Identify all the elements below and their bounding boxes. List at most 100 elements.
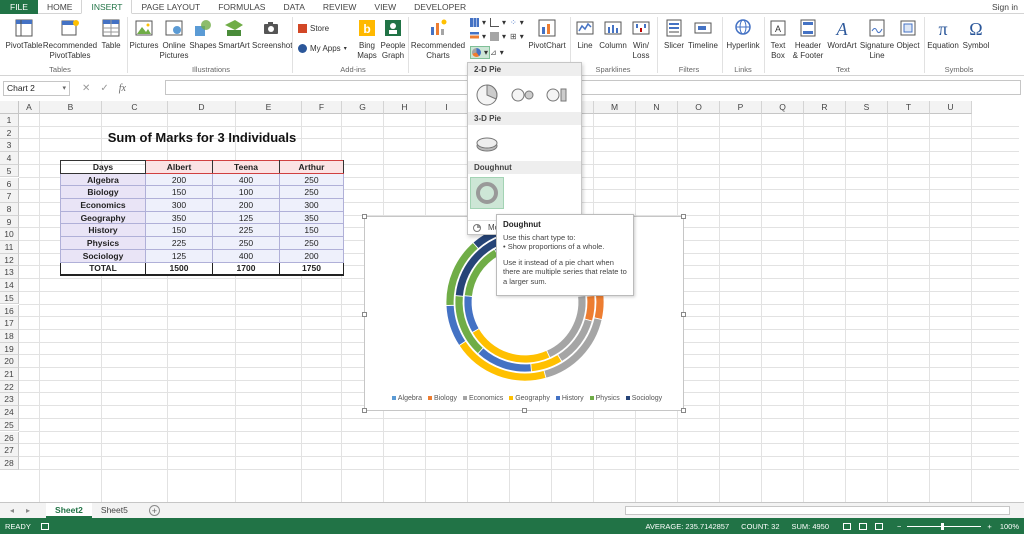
tab-file[interactable]: FILE: [0, 0, 38, 14]
row-header[interactable]: 12: [0, 253, 19, 267]
column-header[interactable]: P: [720, 101, 762, 114]
column-header[interactable]: A: [19, 101, 40, 114]
page-layout-view-icon[interactable]: [859, 522, 868, 530]
tab-data[interactable]: DATA: [274, 0, 313, 14]
zoom-slider-thumb[interactable]: [941, 522, 945, 530]
column-header[interactable]: S: [846, 101, 888, 114]
cell[interactable]: Physics: [60, 236, 146, 250]
sparkline-column-button[interactable]: Column: [598, 17, 628, 51]
row-header[interactable]: 17: [0, 317, 19, 330]
column-header[interactable]: Q: [762, 101, 804, 114]
cell[interactable]: 125: [145, 248, 213, 263]
pivottable-button[interactable]: PivotTable: [4, 17, 44, 51]
bar-of-pie-option-icon[interactable]: [545, 83, 569, 107]
header-footer-button[interactable]: Header & Footer: [790, 17, 826, 61]
area-chart-button[interactable]: ▾: [490, 32, 506, 41]
cell[interactable]: 300: [279, 198, 344, 212]
slicer-button[interactable]: Slicer: [660, 17, 688, 51]
row-header[interactable]: 26: [0, 431, 19, 445]
cell[interactable]: 225: [145, 236, 213, 250]
row-header[interactable]: 7: [0, 190, 19, 203]
horizontal-scrollbar[interactable]: [625, 506, 1010, 515]
cell[interactable]: 150: [145, 185, 213, 200]
scroll-left-icon[interactable]: ◂: [10, 506, 14, 515]
recommended-pivottables-button[interactable]: Recommended PivotTables: [42, 17, 98, 61]
column-header[interactable]: N: [636, 101, 678, 114]
text-box-button[interactable]: A Text Box: [766, 17, 790, 61]
resize-handle[interactable]: [681, 312, 686, 317]
object-button[interactable]: Object: [894, 17, 922, 51]
people-graph-button[interactable]: People Graph: [379, 17, 407, 61]
header-cell[interactable]: Teena: [212, 160, 280, 174]
row-header[interactable]: 22: [0, 380, 19, 394]
stock-chart-button[interactable]: ⊞ ▾: [510, 32, 524, 41]
cell[interactable]: Sociology: [60, 248, 146, 263]
cell[interactable]: Geography: [60, 210, 146, 225]
tab-developer[interactable]: DEVELOPER: [405, 0, 475, 14]
formula-input[interactable]: [165, 80, 1021, 95]
row-header[interactable]: 25: [0, 418, 19, 432]
resize-handle[interactable]: [522, 408, 527, 413]
table-button[interactable]: Table: [98, 17, 124, 51]
header-cell[interactable]: Days: [60, 160, 146, 174]
row-header[interactable]: 27: [0, 444, 19, 457]
cell[interactable]: Algebra: [60, 172, 146, 187]
equation-button[interactable]: π Equation: [926, 17, 960, 51]
column-header[interactable]: F: [302, 101, 342, 114]
store-button[interactable]: Store: [298, 24, 329, 33]
row-header[interactable]: 18: [0, 329, 19, 343]
tab-review[interactable]: REVIEW: [314, 0, 366, 14]
select-all-corner[interactable]: [0, 101, 19, 114]
row-header[interactable]: 9: [0, 215, 19, 229]
row-header[interactable]: 3: [0, 139, 19, 153]
zoom-slider[interactable]: [907, 522, 982, 530]
row-header[interactable]: 1: [0, 114, 19, 127]
cell[interactable]: 200: [145, 172, 213, 187]
sparkline-winloss-button[interactable]: Win/ Loss: [628, 17, 654, 61]
column-header[interactable]: C: [102, 101, 168, 114]
signature-line-button[interactable]: Signature Line: [858, 17, 896, 61]
smartart-button[interactable]: SmartArt: [216, 17, 252, 51]
bar-chart-button[interactable]: ▾: [470, 32, 486, 41]
timeline-button[interactable]: Timeline: [686, 17, 720, 51]
combo-chart-button[interactable]: ⊿ ▾: [490, 48, 504, 57]
screenshot-button[interactable]: Screenshot: [252, 17, 292, 51]
row-header[interactable]: 23: [0, 393, 19, 407]
cell[interactable]: 250: [279, 236, 344, 250]
tab-formulas[interactable]: FORMULAS: [209, 0, 274, 14]
row-header[interactable]: 2: [0, 126, 19, 140]
row-header[interactable]: 6: [0, 177, 19, 191]
cell[interactable]: TOTAL: [60, 261, 146, 276]
cell[interactable]: 1500: [145, 261, 213, 276]
scroll-right-icon[interactable]: ▸: [26, 506, 30, 515]
row-header[interactable]: 5: [0, 164, 19, 178]
wordart-button[interactable]: A WordArt: [826, 17, 858, 51]
column-header[interactable]: B: [40, 101, 102, 114]
recommended-charts-button[interactable]: Recommended Charts: [410, 17, 466, 61]
cancel-icon[interactable]: ✕: [82, 83, 90, 94]
row-header[interactable]: 15: [0, 291, 19, 305]
row-header[interactable]: 21: [0, 368, 19, 381]
online-pictures-button[interactable]: Online Pictures: [158, 17, 190, 61]
resize-handle[interactable]: [362, 408, 367, 413]
zoom-out-icon[interactable]: −: [897, 522, 901, 531]
row-header[interactable]: 16: [0, 304, 19, 318]
cell[interactable]: 1700: [212, 261, 280, 276]
cell[interactable]: 400: [212, 172, 280, 187]
cell[interactable]: 350: [279, 210, 344, 225]
doughnut-option-icon[interactable]: [475, 181, 499, 205]
column-header[interactable]: H: [384, 101, 426, 114]
hyperlink-button[interactable]: Hyperlink: [724, 17, 762, 51]
row-header[interactable]: 11: [0, 241, 19, 254]
insert-function-icon[interactable]: fx: [119, 83, 126, 94]
header-cell[interactable]: Albert: [145, 160, 213, 174]
row-header[interactable]: 14: [0, 279, 19, 292]
column-header[interactable]: D: [168, 101, 236, 114]
pivotchart-button[interactable]: PivotChart: [527, 17, 567, 51]
column-header[interactable]: E: [236, 101, 302, 114]
column-chart-button[interactable]: ▾: [470, 18, 486, 27]
symbol-button[interactable]: Ω Symbol: [960, 17, 992, 51]
cell[interactable]: 350: [145, 210, 213, 225]
tab-insert[interactable]: INSERT: [81, 0, 133, 14]
cell[interactable]: Biology: [60, 185, 146, 200]
